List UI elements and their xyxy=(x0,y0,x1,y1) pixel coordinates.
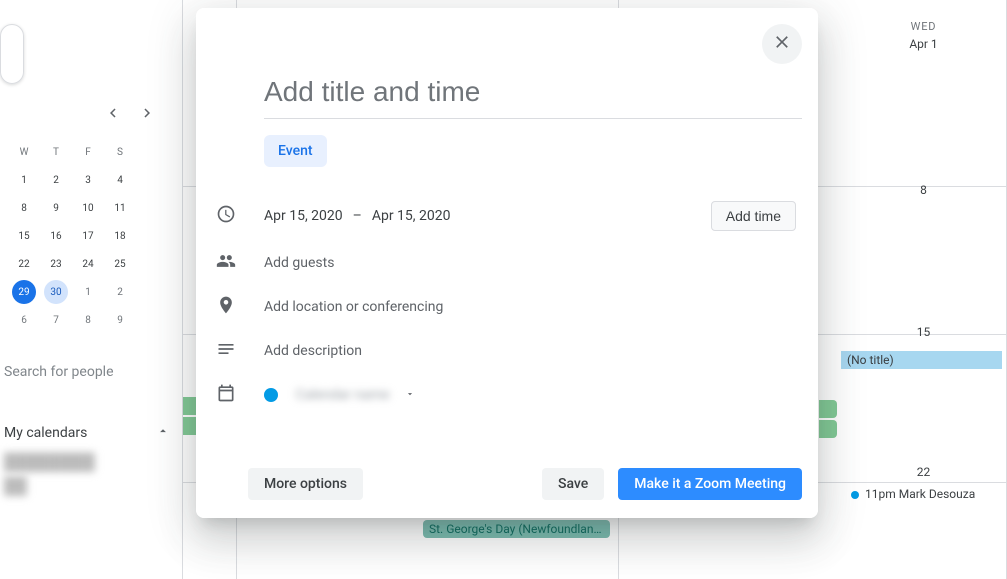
day-of-week: WED xyxy=(841,20,1006,33)
mini-cal-day[interactable]: 7 xyxy=(44,308,68,332)
mini-cal-day[interactable]: 29 xyxy=(12,280,36,304)
mini-cal-day[interactable]: 15 xyxy=(12,224,36,248)
mini-cal-nav xyxy=(0,104,182,126)
end-date[interactable]: Apr 15, 2020 xyxy=(372,208,451,224)
mini-cal-day[interactable]: 9 xyxy=(44,196,68,220)
my-calendars-label: My calendars xyxy=(4,425,87,441)
calendar-selector[interactable]: Calendar name xyxy=(264,387,802,403)
mini-cal-day[interactable]: 11 xyxy=(108,196,132,220)
event-late[interactable]: 11pm Mark Desouza xyxy=(845,485,1002,503)
mini-cal-day[interactable]: 25 xyxy=(108,252,132,276)
calendar-list-item[interactable]: ████████ xyxy=(0,448,182,472)
dropdown-caret-icon xyxy=(405,387,415,403)
add-time-button[interactable]: Add time xyxy=(711,201,796,231)
add-location-field[interactable]: Add location or conferencing xyxy=(264,299,802,315)
calendar-color-swatch xyxy=(264,388,278,402)
mini-cal-day[interactable]: 18 xyxy=(108,224,132,248)
mini-cal-day[interactable]: 9 xyxy=(108,308,132,332)
mini-cal-day[interactable]: 6 xyxy=(12,308,36,332)
mini-cal-day[interactable]: 4 xyxy=(108,168,132,192)
create-button[interactable] xyxy=(0,24,24,84)
make-zoom-meeting-button[interactable]: Make it a Zoom Meeting xyxy=(618,468,802,500)
mini-cal-day[interactable]: 1 xyxy=(76,280,100,304)
mini-cal-day[interactable]: 17 xyxy=(76,224,100,248)
more-options-button[interactable]: More options xyxy=(248,468,363,500)
mini-cal-day[interactable]: 3 xyxy=(76,168,100,192)
day-header: WED Apr 1 xyxy=(841,0,1006,51)
chevron-up-icon xyxy=(156,424,170,442)
clock-icon xyxy=(216,204,236,228)
calendar-icon xyxy=(216,383,236,407)
mini-dow: F xyxy=(76,140,100,164)
mini-cal-day[interactable]: 8 xyxy=(76,308,100,332)
people-icon xyxy=(216,251,236,275)
search-people-placeholder: Search for people xyxy=(4,364,114,380)
save-button[interactable]: Save xyxy=(542,468,604,500)
close-icon xyxy=(772,32,792,56)
mini-dow: W xyxy=(12,140,36,164)
cell-date: 8 xyxy=(841,175,1006,197)
event-dot-icon xyxy=(851,491,859,499)
day-of-month: Apr 1 xyxy=(841,37,1006,51)
event-no-title[interactable]: (No title) xyxy=(841,351,1002,369)
day-column-wed[interactable]: WED Apr 1 8 15 (No title) 22 11pm Mark D… xyxy=(841,0,1007,579)
event-late-label: 11pm Mark Desouza xyxy=(865,487,975,501)
cell-date: 22 xyxy=(841,457,1006,479)
calendar-name-label: Calendar name xyxy=(295,387,389,403)
mini-cal-day[interactable]: 30 xyxy=(44,280,68,304)
prev-month-icon[interactable] xyxy=(104,104,122,126)
mini-cal-day[interactable]: 23 xyxy=(44,252,68,276)
mini-cal-day[interactable]: 8 xyxy=(12,196,36,220)
mini-cal-day[interactable]: 16 xyxy=(44,224,68,248)
mini-cal-day[interactable]: 2 xyxy=(108,280,132,304)
cell-date: 15 xyxy=(841,317,1006,339)
mini-dow: T xyxy=(44,140,68,164)
next-month-icon[interactable] xyxy=(138,104,156,126)
mini-calendar: W T F S 12348910111516171822232425293012… xyxy=(0,138,160,334)
my-calendars-header[interactable]: My calendars xyxy=(0,418,182,448)
location-icon xyxy=(216,295,236,319)
date-range-dash: – xyxy=(353,208,362,224)
mini-dow: S xyxy=(108,140,132,164)
start-date[interactable]: Apr 15, 2020 xyxy=(264,208,343,224)
mini-cal-day[interactable]: 24 xyxy=(76,252,100,276)
tab-event[interactable]: Event xyxy=(264,135,327,167)
mini-cal-day[interactable]: 1 xyxy=(12,168,36,192)
add-description-field[interactable]: Add description xyxy=(264,343,802,359)
close-button[interactable] xyxy=(762,24,802,64)
sidebar: W T F S 12348910111516171822232425293012… xyxy=(0,0,182,579)
add-guests-field[interactable]: Add guests xyxy=(264,255,802,271)
title-input[interactable] xyxy=(264,76,802,119)
mini-cal-day[interactable]: 2 xyxy=(44,168,68,192)
quick-add-dialog: Event Apr 15, 2020 – Apr 15, 2020 Add ti… xyxy=(196,8,818,518)
calendar-list-item[interactable]: ██ xyxy=(0,472,182,496)
description-icon xyxy=(216,339,236,363)
search-people-input[interactable]: Search for people xyxy=(0,354,182,390)
mini-cal-day[interactable]: 22 xyxy=(12,252,36,276)
event-georges-day[interactable]: St. George's Day (Newfoundland) xyxy=(423,520,610,538)
event-chip-peek[interactable] xyxy=(819,398,841,440)
mini-cal-day[interactable]: 10 xyxy=(76,196,100,220)
